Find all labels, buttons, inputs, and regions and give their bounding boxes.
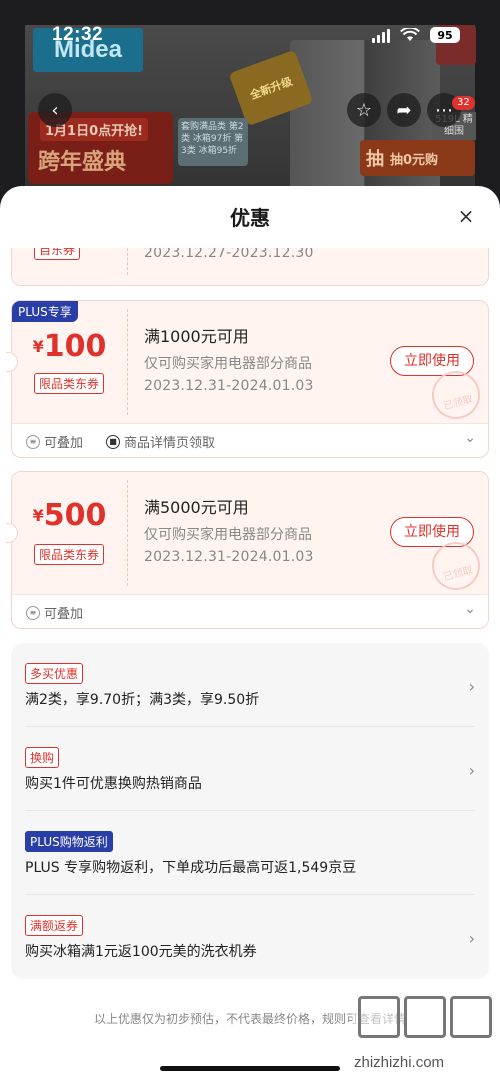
chevron-left-icon: ‹ <box>51 99 59 121</box>
site-watermark: zhizhizhi.com <box>352 990 500 1083</box>
coupon-card: PLUS专享 ¥100 限品类东券 满1000元可用 仅可购买家用电器部分商品 … <box>6 300 489 458</box>
plus-exclusive-tag: PLUS专享 <box>12 301 78 322</box>
chevron-right-icon: › <box>468 929 475 948</box>
promo-item-cashback-coupon[interactable]: 满额返券 购买冰箱满1元返100元美的洗衣机券 › <box>11 895 489 979</box>
stackable-icon: ≡ <box>26 434 40 449</box>
sheet-header: 优惠 × <box>0 186 500 248</box>
claim-source-label: 商品详情页领取 <box>124 436 216 451</box>
coupon-type-tag: 限品类东券 <box>34 373 105 394</box>
draw-small-label: 抽0元购 <box>390 152 439 168</box>
promo-line2: 跨年盛典 <box>38 150 127 175</box>
promo-item-trade-up[interactable]: 换购 购买1件可优惠换购热销商品 › <box>11 727 489 811</box>
chevron-right-icon: › <box>468 761 475 780</box>
coupon-footer[interactable]: ≡ 可叠加 ■ 商品详情页领取 ⌄ <box>12 423 488 457</box>
coupon-type-tag: 自东券 <box>34 248 81 260</box>
chevron-right-icon: › <box>468 677 475 696</box>
coupon-condition: 满5000元可用 <box>144 498 249 517</box>
watermark-url: zhizhizhi.com <box>354 1054 445 1071</box>
coupon-card: ¥500 限品类东券 满5000元可用 仅可购买家用电器部分商品 2023.12… <box>6 471 489 629</box>
promo-tag: 多买优惠 <box>25 663 84 684</box>
share-button[interactable]: ➦ <box>387 93 421 127</box>
chevron-down-icon[interactable]: ⌄ <box>464 430 476 446</box>
promo-tag: 换购 <box>25 747 60 768</box>
stackable-label: 可叠加 <box>44 607 84 622</box>
coupon-scope: 仅可购买家用电器部分商品 <box>144 527 312 543</box>
coupon-condition: 满1000元可用 <box>144 327 249 346</box>
coupon-amount: ¥100 <box>32 329 107 364</box>
promo-item-multi-buy[interactable]: 多买优惠 满2类，享9.70折；满3类，享9.50折 › <box>11 643 489 727</box>
message-count-badge: 32 <box>452 96 475 110</box>
promo-text: PLUS 专享购物返利，下单成功后最高可返1,549京豆 <box>25 860 357 876</box>
promo-text: 购买冰箱满1元返100元美的洗衣机券 <box>25 944 257 960</box>
coupon-amount: ¥500 <box>32 498 107 533</box>
close-icon: × <box>457 204 475 228</box>
coupon-card-partial: 自东券 2023.12.27-2023.12.30 <box>11 248 489 286</box>
wifi-icon <box>400 28 420 41</box>
back-button[interactable]: ‹ <box>38 93 72 127</box>
claim-source-icon: ■ <box>106 434 120 449</box>
coupon-type-tag: 限品类东券 <box>34 544 105 565</box>
promo-text: 满2类，享9.70折；满3类，享9.50折 <box>25 692 260 708</box>
promo-tag: 满额返券 <box>25 915 84 936</box>
discount-sheet: 优惠 × 自东券 2023.12.27-2023.12.30 PLUS专享 ¥1… <box>0 186 500 1083</box>
stackable-icon: ≡ <box>26 605 40 620</box>
share-icon: ➦ <box>396 99 412 121</box>
close-button[interactable]: × <box>456 206 476 226</box>
favorite-button[interactable]: ☆ <box>347 93 381 127</box>
chevron-down-icon[interactable]: ⌄ <box>464 601 476 617</box>
signal-icon <box>372 27 390 43</box>
coupon-dates: 2023.12.31-2024.01.03 <box>144 549 314 565</box>
coupon-dates: 2023.12.31-2024.01.03 <box>144 378 314 394</box>
coupon-dates: 2023.12.27-2023.12.30 <box>144 248 314 261</box>
promotions-panel: 多买优惠 满2类，享9.70折；满3类，享9.50折 › 换购 购买1件可优惠换… <box>11 643 489 979</box>
star-icon: ☆ <box>355 99 373 121</box>
home-indicator[interactable] <box>160 1066 340 1071</box>
more-icon: ⋯ <box>435 99 453 121</box>
battery-icon: 95 <box>430 27 460 43</box>
stackable-label: 可叠加 <box>44 436 84 451</box>
status-icons: 95 <box>372 27 460 43</box>
promo-text: 购买1件可优惠换购热销商品 <box>25 776 202 792</box>
draw-big-label: 抽 <box>366 149 384 170</box>
lucky-draw-banner[interactable]: 抽 抽0元购 <box>360 140 475 176</box>
sheet-title: 优惠 <box>230 206 270 230</box>
bundle-offer: 套购满品类 第2类 冰箱97折 第3类 冰箱95折 <box>178 118 248 166</box>
promo-item-plus-rebate: PLUS购物返利 PLUS 专享购物返利，下单成功后最高可返1,549京豆 <box>11 811 489 895</box>
coupon-scope: 仅可购买家用电器部分商品 <box>144 356 312 372</box>
sheet-scroll-area[interactable]: 自东券 2023.12.27-2023.12.30 PLUS专享 ¥100 限品… <box>0 248 500 1083</box>
promo-tag: PLUS购物返利 <box>25 831 113 852</box>
status-time: 12:32 <box>52 24 104 45</box>
coupon-footer[interactable]: ≡ 可叠加 ⌄ <box>12 594 488 628</box>
